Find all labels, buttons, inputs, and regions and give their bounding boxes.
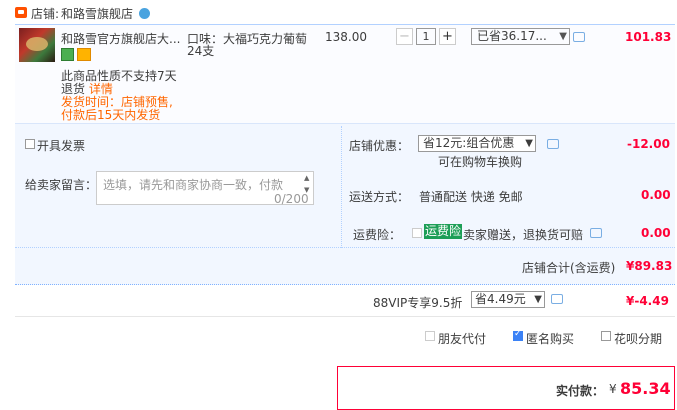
quantity-decrease-button[interactable]: − xyxy=(396,28,413,45)
vip-label: 88VIP专享9.5折 xyxy=(373,296,463,310)
shipping-method: 普通配送 快递 免邮 xyxy=(419,190,523,204)
message-label: 给卖家留言： xyxy=(25,178,98,192)
final-currency: ¥ xyxy=(609,382,617,396)
divider xyxy=(15,247,675,248)
comment-icon[interactable] xyxy=(547,139,559,149)
ship-time-notice-line2: 付款后15天内发货 xyxy=(61,108,161,122)
message-placeholder: 选填，请先和商家协商一致，付款 xyxy=(103,178,284,192)
shipping-value: 0.00 xyxy=(641,188,671,202)
store-discount-selected: 省12元:组合优惠 xyxy=(423,136,515,150)
store-total-value: ¥89.83 xyxy=(626,259,673,273)
message-char-count: 0/200 xyxy=(274,192,309,206)
invoice-label[interactable]: 开具发票 xyxy=(37,137,85,154)
help-icon[interactable] xyxy=(590,228,602,238)
anonymous-label[interactable]: 匿名购买 xyxy=(526,330,574,347)
product-spec-count: 24支 xyxy=(187,44,215,58)
friend-pay-checkbox[interactable] xyxy=(425,331,435,341)
vip-row xyxy=(15,286,675,317)
store-icon xyxy=(15,7,27,18)
quantity-increase-button[interactable]: + xyxy=(439,28,456,45)
chat-icon[interactable] xyxy=(139,8,150,19)
store-discount-value: -12.00 xyxy=(627,137,670,151)
unit-price: 138.00 xyxy=(325,30,367,44)
installment-checkbox[interactable] xyxy=(601,331,611,341)
card-badge-icon xyxy=(77,48,91,61)
final-payment-value: 85.34 xyxy=(620,379,671,398)
store-total-label: 店铺合计(含运费) xyxy=(522,261,616,275)
store-discount-label: 店铺优惠： xyxy=(349,139,410,153)
comment-icon[interactable] xyxy=(551,294,563,304)
item-total: 101.83 xyxy=(625,30,672,44)
item-discount-value: 已省36.17... xyxy=(477,29,547,43)
quantity-stepper: − 1 + xyxy=(396,28,458,45)
insurance-tag: 运费险 xyxy=(424,224,463,239)
divider xyxy=(341,126,343,248)
friend-pay-label[interactable]: 朋友代付 xyxy=(438,330,486,347)
vip-discount-selected: 省4.49元 xyxy=(475,292,526,306)
item-discount-select[interactable]: 已省36.17... ▼ xyxy=(471,28,570,45)
product-title-link[interactable]: 和路雪官方旗舰店大... xyxy=(61,30,183,47)
store-name-link[interactable]: 和路雪旗舰店 xyxy=(61,5,133,22)
quantity-input[interactable]: 1 xyxy=(416,28,436,45)
invoice-checkbox[interactable] xyxy=(25,139,35,149)
anonymous-checkbox[interactable] xyxy=(513,329,523,341)
chevron-down-icon: ▼ xyxy=(525,138,533,149)
insurance-checkbox xyxy=(412,228,422,238)
store-label: 店铺: xyxy=(31,7,60,21)
store-discount-note: 可在购物车换购 xyxy=(438,155,523,169)
insurance-text: 卖家赠送，退换货可赔 xyxy=(463,228,584,242)
vip-discount-value: ¥-4.49 xyxy=(626,294,669,308)
vip-discount-select[interactable]: 省4.49元 ▼ xyxy=(471,291,545,308)
product-thumbnail[interactable] xyxy=(19,28,55,62)
final-payment-label: 实付款： xyxy=(556,384,605,398)
store-discount-select[interactable]: 省12元:组合优惠 ▼ xyxy=(418,135,536,152)
scroll-up-icon[interactable]: ▲ xyxy=(304,174,309,182)
guarantee-badge-icon xyxy=(61,48,74,61)
comment-icon[interactable] xyxy=(573,32,585,42)
chevron-down-icon: ▼ xyxy=(534,294,542,305)
chevron-down-icon: ▼ xyxy=(559,31,567,42)
shipping-label: 运送方式： xyxy=(349,190,410,204)
installment-label[interactable]: 花呗分期 xyxy=(614,330,662,347)
insurance-value: 0.00 xyxy=(641,226,671,240)
insurance-label: 运费险： xyxy=(353,228,402,242)
